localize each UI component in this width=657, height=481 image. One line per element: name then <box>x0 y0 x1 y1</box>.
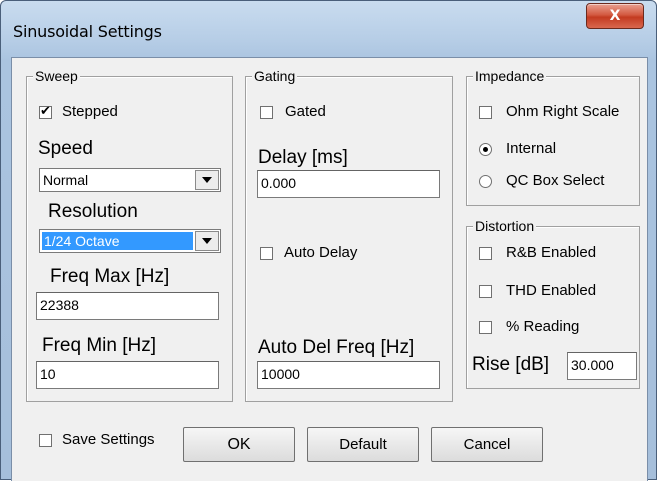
dialog-client-area: Sweep Stepped Speed Normal Resolution 1/… <box>11 57 648 481</box>
distortion-group-title: Distortion <box>473 218 537 234</box>
delay-label: Delay [ms] <box>258 147 348 168</box>
thd-enabled-checkbox[interactable] <box>479 285 492 298</box>
default-button[interactable]: Default <box>307 427 419 462</box>
gated-checkbox[interactable] <box>260 106 273 119</box>
internal-label: Internal <box>506 140 557 157</box>
dialog-window: Sinusoidal Settings X Sweep Stepped Spee… <box>0 0 657 481</box>
internal-radio[interactable] <box>479 143 492 156</box>
gated-label: Gated <box>285 103 326 120</box>
title-bar[interactable]: Sinusoidal Settings X <box>1 1 656 57</box>
freq-max-input[interactable]: 22388 <box>36 292 219 320</box>
impedance-group-title: Impedance <box>473 68 547 84</box>
close-button[interactable]: X <box>586 3 644 29</box>
gating-group-title: Gating <box>252 68 298 84</box>
cancel-button[interactable]: Cancel <box>431 427 543 462</box>
rb-enabled-checkbox[interactable] <box>479 247 492 260</box>
qc-box-select-radio[interactable] <box>479 175 492 188</box>
pct-reading-label: % Reading <box>506 318 580 335</box>
freq-min-input[interactable]: 10 <box>36 361 219 389</box>
freq-max-label: Freq Max [Hz] <box>50 266 170 287</box>
auto-del-freq-label: Auto Del Freq [Hz] <box>258 337 415 358</box>
auto-delay-checkbox[interactable] <box>260 247 273 260</box>
resolution-value: 1/24 Octave <box>42 232 193 250</box>
auto-delay-label: Auto Delay <box>284 244 358 261</box>
speed-dropdown[interactable]: Normal <box>39 168 221 192</box>
save-settings-label: Save Settings <box>62 431 155 448</box>
chevron-down-icon <box>202 238 212 244</box>
pct-reading-checkbox[interactable] <box>479 321 492 334</box>
speed-dropdown-button[interactable] <box>195 170 219 190</box>
sweep-group-title: Sweep <box>33 68 80 84</box>
ohm-right-scale-checkbox[interactable] <box>479 106 492 119</box>
close-icon: X <box>609 8 621 24</box>
window-title: Sinusoidal Settings <box>13 22 162 41</box>
resolution-dropdown-button[interactable] <box>195 231 219 251</box>
rb-enabled-label: R&B Enabled <box>506 244 597 261</box>
speed-value: Normal <box>43 172 89 188</box>
stepped-label: Stepped <box>62 103 118 120</box>
ok-button[interactable]: OK <box>183 427 295 462</box>
freq-min-label: Freq Min [Hz] <box>42 335 157 356</box>
speed-label: Speed <box>38 138 93 159</box>
chevron-down-icon <box>202 177 212 183</box>
delay-input[interactable]: 0.000 <box>257 170 440 198</box>
rise-label: Rise [dB] <box>472 354 550 375</box>
thd-enabled-label: THD Enabled <box>506 282 597 299</box>
save-settings-checkbox[interactable] <box>39 434 52 447</box>
auto-del-freq-input[interactable]: 10000 <box>257 361 440 389</box>
resolution-label: Resolution <box>48 201 138 222</box>
qc-box-select-label: QC Box Select <box>506 172 605 189</box>
stepped-checkbox[interactable] <box>39 104 52 119</box>
resolution-dropdown[interactable]: 1/24 Octave <box>39 229 221 253</box>
ohm-right-scale-label: Ohm Right Scale <box>506 103 620 120</box>
rise-input[interactable]: 30.000 <box>567 352 637 380</box>
